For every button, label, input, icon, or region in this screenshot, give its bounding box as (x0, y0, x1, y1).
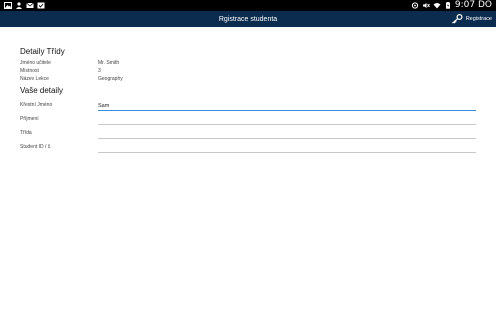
detail-label: Název Lekce (20, 76, 49, 82)
student-id-field[interactable] (98, 141, 476, 153)
first-name-row: Křestní Jméno (20, 99, 476, 113)
page-title: Rgistrace studenta (218, 15, 278, 23)
settings-icon (411, 2, 419, 9)
status-bar-notifications (4, 2, 45, 9)
student-id-row: Student ID / č. (20, 141, 476, 155)
mail-icon (26, 2, 34, 8)
mute-icon (422, 3, 430, 8)
status-bar-time: 9:07 DO (454, 0, 492, 10)
form-content: Detaily Třídy Jméno učitele Mr. Smith Mí… (20, 47, 476, 155)
first-name-field[interactable] (98, 99, 476, 111)
detail-value: Geography (98, 76, 123, 82)
register-button-label: Registrace (465, 16, 492, 22)
detail-row-lesson: Název Lekce Geography (20, 75, 476, 83)
class-label: Třída (20, 130, 32, 136)
wifi-icon (433, 3, 441, 9)
status-bar: 9:07 DO (0, 0, 496, 11)
detail-value: 3 (98, 68, 101, 74)
register-button[interactable]: Registrace (451, 11, 492, 27)
battery-charging-icon (445, 2, 450, 9)
status-bar-system: 9:07 DO (411, 0, 492, 11)
check-icon (37, 2, 45, 9)
class-details-title: Detaily Třídy (20, 47, 65, 56)
app-bar: Rgistrace studenta Registrace (0, 11, 496, 27)
image-icon (4, 2, 12, 9)
first-name-label: Křestní Jméno (20, 102, 53, 108)
last-name-field[interactable] (98, 113, 476, 125)
detail-row-teacher: Jméno učitele Mr. Smith (20, 59, 476, 67)
last-name-label: Příjmení (20, 116, 39, 122)
class-field[interactable] (98, 127, 476, 139)
last-name-row: Příjmení (20, 113, 476, 127)
your-details-title: Vaše detaily (20, 86, 63, 95)
class-row: Třída (20, 127, 476, 141)
detail-value: Mr. Smith (98, 60, 120, 66)
detail-label: Jméno učitele (20, 60, 51, 66)
key-icon (451, 14, 463, 24)
person-icon (16, 2, 22, 9)
detail-row-room: Místnost 3 (20, 67, 476, 75)
student-id-label: Student ID / č. (20, 144, 52, 150)
detail-label: Místnost (20, 68, 39, 74)
